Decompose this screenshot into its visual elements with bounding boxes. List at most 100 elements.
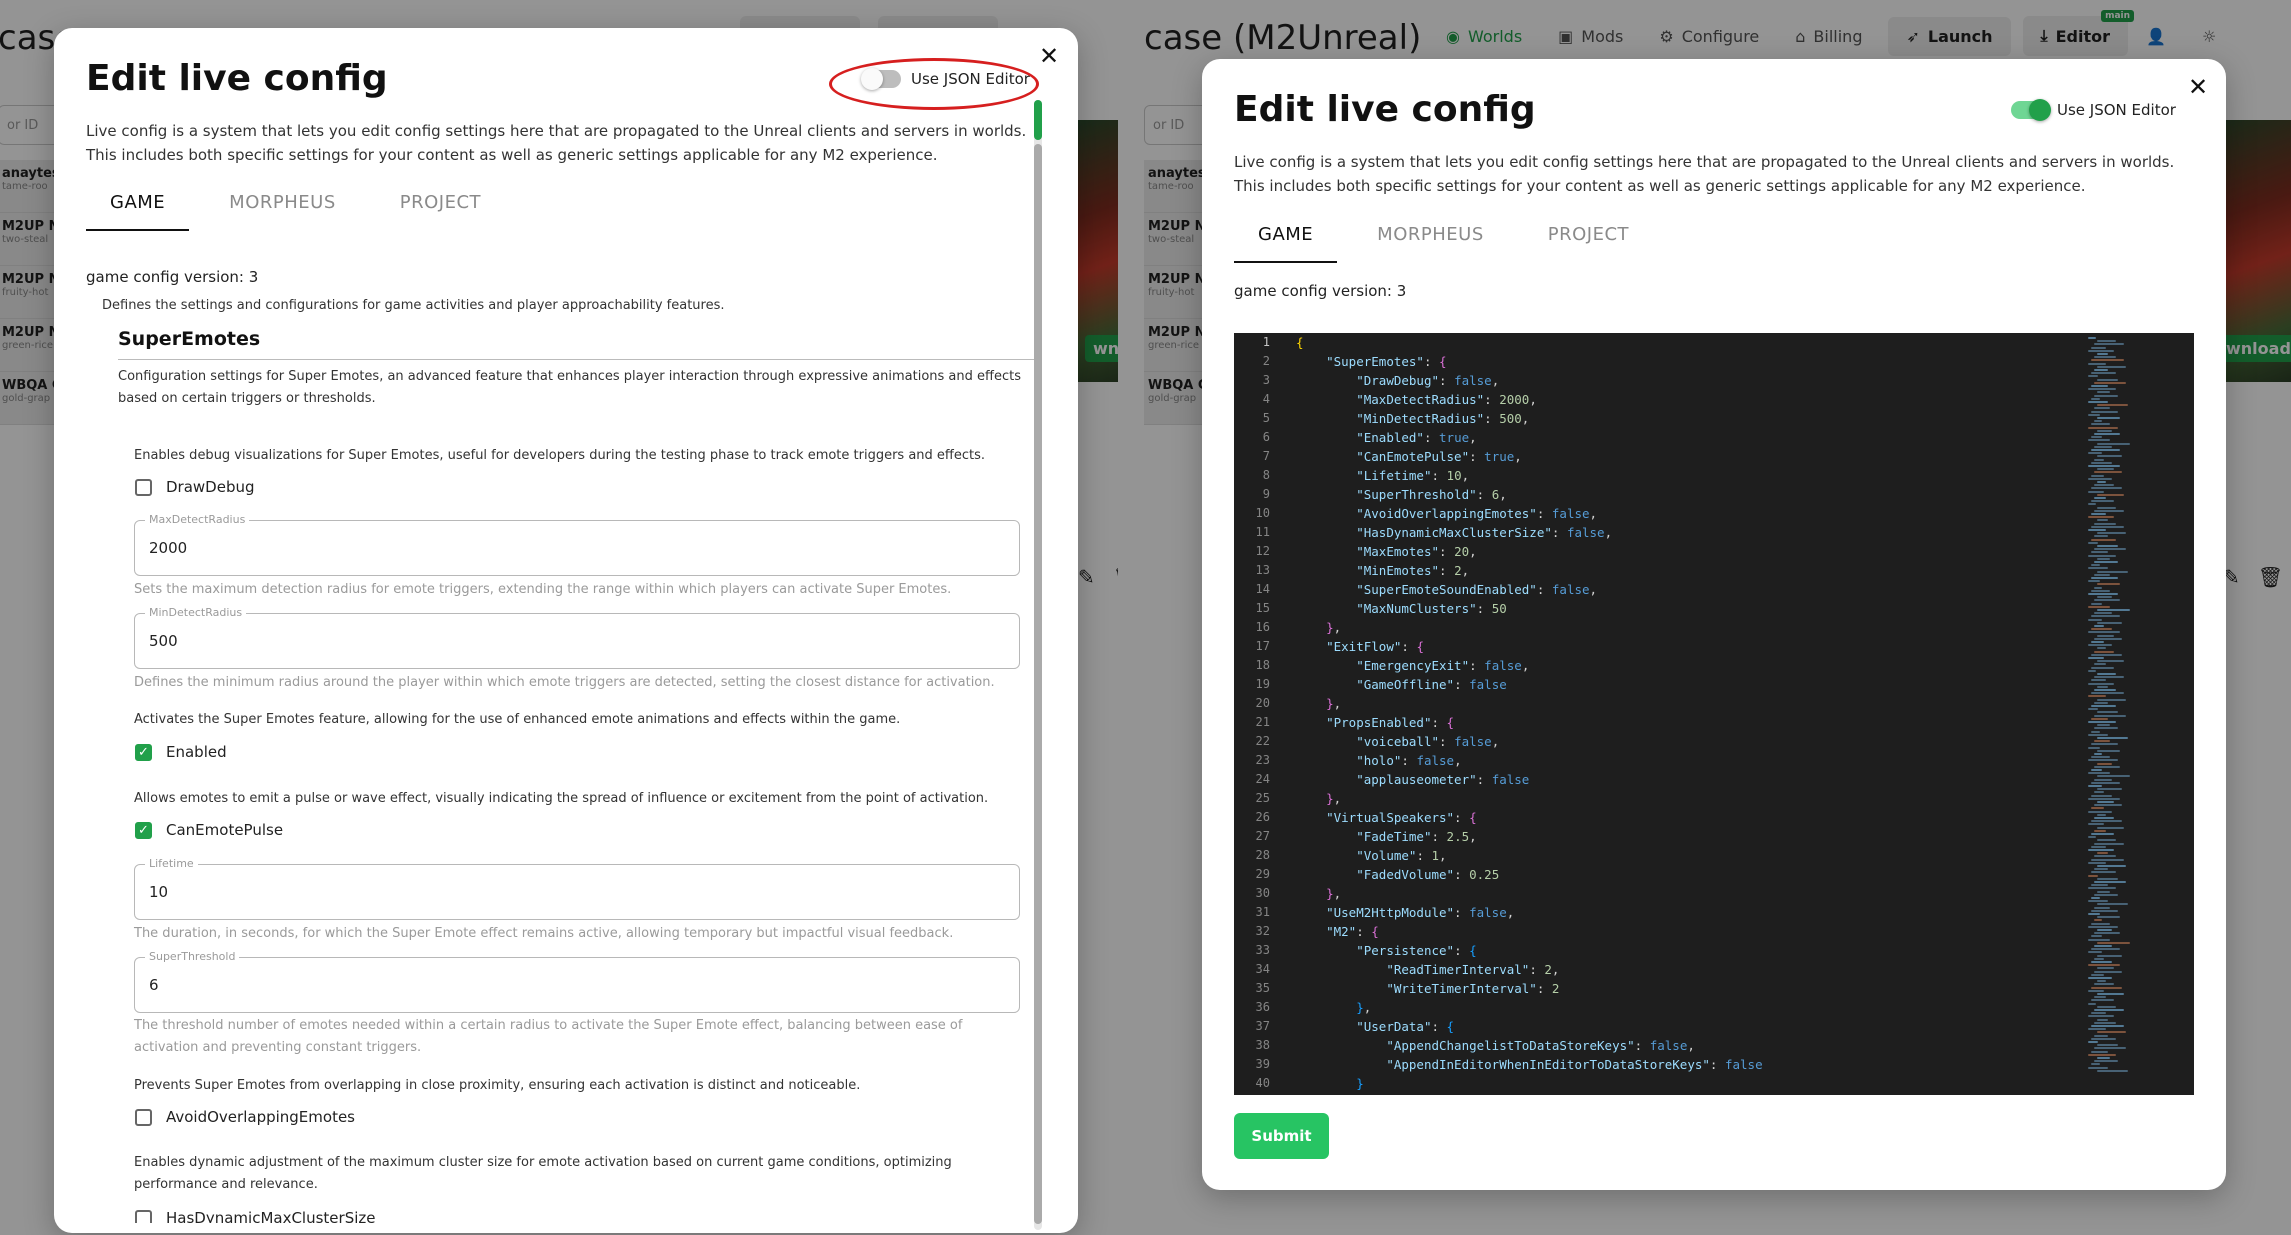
- minimap-line: [2091, 589, 2110, 592]
- line-number: 40: [1255, 1076, 1270, 1090]
- line-number: 22: [1255, 734, 1270, 748]
- minimap-line: [2094, 548, 2126, 551]
- minimap-line: [2091, 474, 2104, 477]
- minimap-line: [2091, 794, 2112, 797]
- checkbox[interactable]: [135, 1108, 152, 1126]
- minimap-line: [2088, 541, 2098, 544]
- line-number: 32: [1255, 924, 1270, 938]
- line-number: 7: [1262, 449, 1270, 463]
- draw-debug-checkbox[interactable]: DrawDebug: [135, 478, 255, 496]
- line-number: 14: [1255, 582, 1270, 596]
- toggle-switch[interactable]: [2011, 99, 2051, 121]
- code-line: "holo": false,: [1356, 753, 1462, 768]
- minimap-line: [2091, 436, 2102, 439]
- code-line: "MaxEmotes": 20,: [1356, 544, 1477, 559]
- editor-minimap[interactable]: [2084, 333, 2174, 1093]
- minimap-line: [2094, 612, 2112, 615]
- minimap-line: [2088, 874, 2098, 877]
- code-line: "UseM2HttpModule": false,: [1326, 905, 1515, 920]
- json-code[interactable]: { "SuperEmotes": { "DrawDebug": false, "…: [1296, 333, 1763, 1093]
- tab-project[interactable]: PROJECT: [376, 180, 505, 231]
- minimap-line: [2097, 353, 2108, 355]
- minimap-line: [2088, 337, 2096, 339]
- checkbox[interactable]: [135, 478, 152, 496]
- dynamic-cluster-checkbox[interactable]: HasDynamicMaxClusterSize: [135, 1209, 375, 1223]
- tab-game[interactable]: GAME: [86, 180, 190, 231]
- json-editor-toggle[interactable]: Use JSON Editor: [2011, 99, 2176, 121]
- minimap-line: [2097, 826, 2124, 829]
- line-number: 23: [1255, 753, 1270, 767]
- field-description: Enables debug visualizations for Super E…: [134, 448, 986, 463]
- minimap-line: [2088, 1002, 2096, 1005]
- minimap-line: [2097, 801, 2114, 803]
- minimap-line: [2097, 340, 2116, 343]
- super-threshold-field[interactable]: SuperThreshold 6: [134, 950, 1020, 1013]
- minimap-line: [2088, 375, 2098, 378]
- json-code-editor[interactable]: 1 2 3 4 5 6 7 8 9 10 11 12 13 14 15 16 17 18 19 20 21 22 23 24 2…: [1234, 333, 2194, 1095]
- code-line: "SuperEmotes": {: [1326, 354, 1447, 369]
- minimap-line: [2097, 865, 2126, 867]
- minimap-line: [2091, 346, 2106, 349]
- minimap-line: [2094, 919, 2102, 922]
- avoid-overlapping-checkbox[interactable]: AvoidOverlappingEmotes: [135, 1108, 355, 1126]
- tab-game[interactable]: GAME: [1234, 212, 1338, 263]
- submit-button[interactable]: Submit: [1234, 1113, 1329, 1159]
- minimap-line: [2097, 749, 2120, 752]
- code-line: "applauseometer": false: [1356, 772, 1530, 787]
- minimap-line: [2097, 1057, 2110, 1059]
- edit-config-modal-form: Edit live config ✕ Use JSON Editor Live …: [54, 28, 1078, 1233]
- minimap-line: [2097, 1018, 2108, 1021]
- tab-morpheus[interactable]: MORPHEUS: [205, 180, 360, 231]
- minimap-line: [2088, 964, 2120, 967]
- code-line: "WriteTimerInterval": 2: [1386, 981, 1560, 996]
- minimap-line: [2097, 468, 2114, 471]
- line-number: 33: [1255, 943, 1270, 957]
- minimap-line: [2097, 737, 2128, 739]
- checkbox-checked[interactable]: ✓: [135, 743, 152, 761]
- tab-morpheus[interactable]: MORPHEUS: [1353, 212, 1508, 263]
- line-number: 35: [1255, 981, 1270, 995]
- form-scrollbar[interactable]: [1034, 100, 1042, 1230]
- tab-project[interactable]: PROJECT: [1524, 212, 1653, 263]
- minimap-line: [2094, 433, 2120, 435]
- minimap-line: [2088, 1041, 2098, 1043]
- minimap-line: [2094, 804, 2122, 807]
- minimap-line: [2088, 695, 2106, 698]
- minimap-line: [2088, 554, 2116, 557]
- line-number: 27: [1255, 829, 1270, 843]
- minimap-line: [2094, 637, 2122, 640]
- minimap-line: [2097, 724, 2110, 727]
- checkbox-checked[interactable]: ✓: [135, 821, 152, 839]
- minimap-line: [2097, 660, 2124, 663]
- minimap-line: [2094, 1060, 2118, 1063]
- lifetime-field[interactable]: Lifetime 10: [134, 857, 1020, 920]
- minimap-line: [2088, 477, 2112, 480]
- minimap-line: [2094, 625, 2104, 627]
- line-number: 36: [1255, 1000, 1270, 1014]
- minimap-line: [2097, 1044, 2118, 1047]
- enabled-checkbox[interactable]: ✓ Enabled: [135, 743, 227, 761]
- minimap-line: [2088, 516, 2114, 519]
- code-line: "SuperThreshold": 6,: [1356, 487, 1507, 502]
- minimap-line: [2088, 849, 2114, 851]
- close-icon[interactable]: ✕: [2188, 75, 2208, 99]
- section-title: SuperEmotes: [118, 328, 261, 350]
- can-emote-pulse-checkbox[interactable]: ✓ CanEmotePulse: [135, 821, 283, 839]
- minimap-line: [2091, 717, 2108, 720]
- checkbox[interactable]: [135, 1209, 152, 1223]
- code-line: "DrawDebug": false,: [1356, 373, 1500, 388]
- max-detect-radius-field[interactable]: MaxDetectRadius 2000: [134, 513, 1020, 576]
- minimap-line: [2088, 900, 2108, 903]
- minimap-line: [2094, 753, 2102, 755]
- minimap-line: [2094, 701, 2108, 704]
- minimap-line: [2088, 861, 2106, 864]
- minimap-line: [2088, 1028, 2106, 1031]
- min-detect-radius-field[interactable]: MinDetectRadius 500: [134, 606, 1020, 669]
- minimap-line: [2088, 925, 2118, 928]
- minimap-line: [2097, 557, 2110, 560]
- close-icon[interactable]: ✕: [1039, 44, 1059, 68]
- minimap-line: [2088, 439, 2110, 442]
- code-line: },: [1326, 620, 1342, 635]
- minimap-line: [2088, 1053, 2116, 1056]
- line-number: 26: [1255, 810, 1270, 824]
